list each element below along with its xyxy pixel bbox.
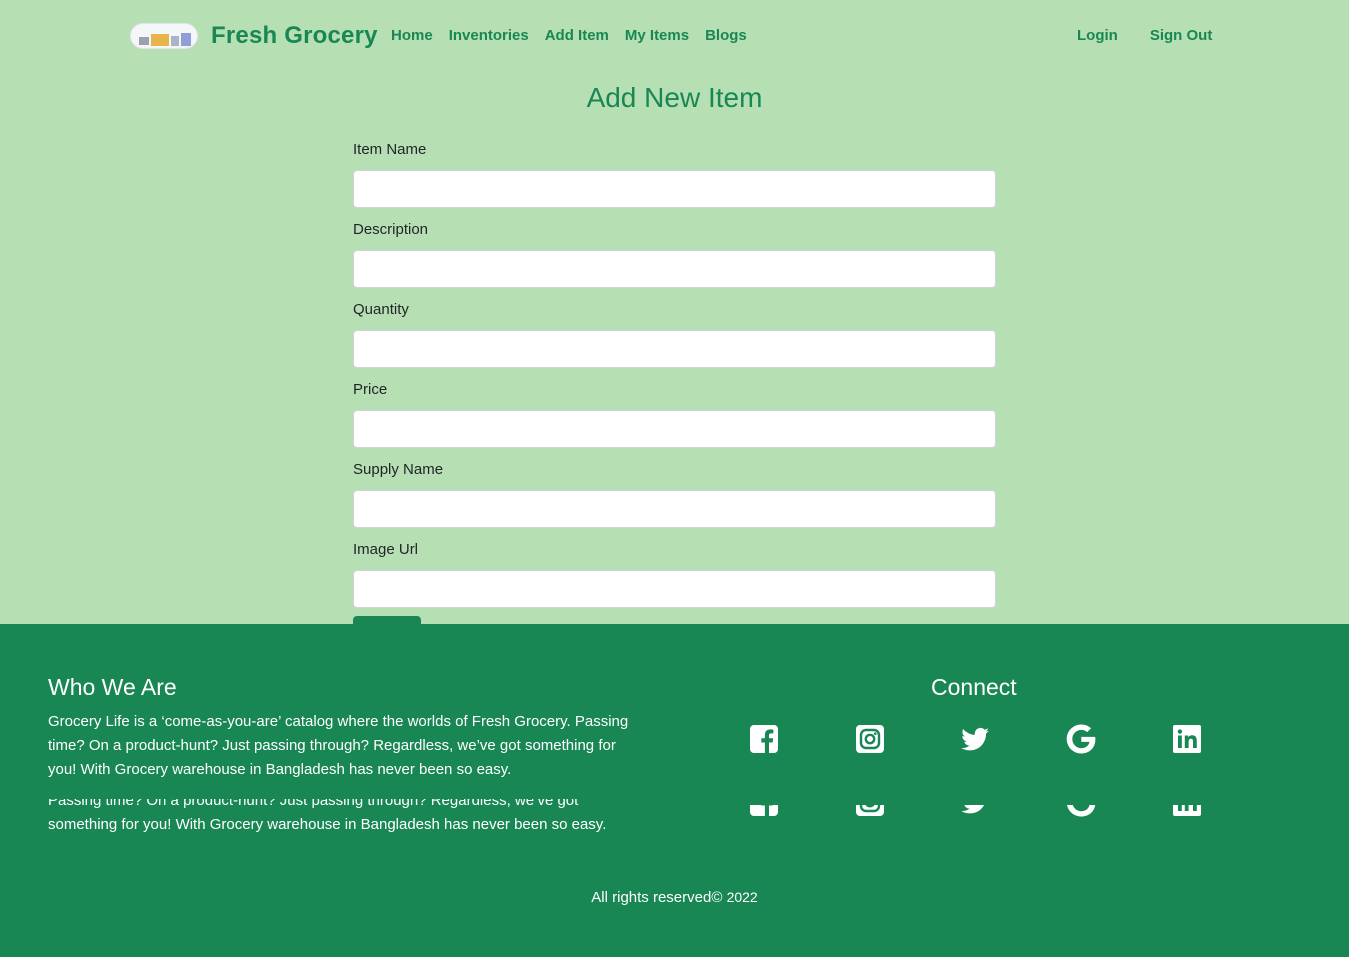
instagram-icon[interactable] <box>855 805 885 817</box>
main-content: Fresh Grocery Home Inventories Add Item … <box>0 0 1349 658</box>
grocery-store-logo <box>130 23 198 49</box>
google-icon[interactable] <box>1066 805 1096 817</box>
add-item-form: Item Name Description Quantity Price Sup… <box>353 140 996 658</box>
copyright: All rights reserved© 2022 <box>0 889 1349 906</box>
price-label: Price <box>353 381 388 398</box>
instagram-icon[interactable] <box>855 724 885 754</box>
page-title: Add New Item <box>586 82 763 113</box>
nav-link-inventories[interactable]: Inventories <box>449 27 529 44</box>
nav-link-my-items[interactable]: My Items <box>625 27 689 44</box>
twitter-icon[interactable] <box>960 724 990 754</box>
nav-link-home[interactable]: Home <box>391 27 433 44</box>
social-links-repeat <box>749 805 1209 821</box>
supply-name-label: Supply Name <box>353 461 444 478</box>
navbar: Fresh Grocery Home Inventories Add Item … <box>0 0 1349 74</box>
who-we-are-text: Grocery Life is a ‘come-as-you-are’ cata… <box>48 713 629 778</box>
supply-name-input[interactable] <box>353 490 996 528</box>
nav-link-add-item[interactable]: Add Item <box>545 27 609 44</box>
linkedin-icon[interactable] <box>1172 805 1202 817</box>
quantity-input[interactable] <box>353 330 996 368</box>
facebook-icon[interactable] <box>749 724 779 754</box>
who-we-are-title: Who We Are <box>48 674 177 700</box>
nav-link-blogs[interactable]: Blogs <box>705 27 747 44</box>
connect-title: Connect <box>931 674 1017 700</box>
twitter-icon[interactable] <box>960 805 990 817</box>
nav-auth-links: Login Sign Out <box>1077 27 1212 44</box>
price-input[interactable] <box>353 410 996 448</box>
nav-links: Home Inventories Add Item My Items Blogs <box>391 27 747 44</box>
who-we-are-text-repeat: Passing time? On a product-hunt? Just pa… <box>48 799 648 847</box>
item-name-label: Item Name <box>353 141 427 158</box>
item-name-input[interactable] <box>353 170 996 208</box>
image-url-label: Image Url <box>353 541 419 558</box>
copyright-year: 2022 <box>726 889 758 905</box>
description-input[interactable] <box>353 250 996 288</box>
quantity-label: Quantity <box>353 301 409 318</box>
social-links <box>749 724 1209 758</box>
linkedin-icon[interactable] <box>1172 724 1202 754</box>
brand-name: Fresh Grocery <box>211 22 378 49</box>
copyright-text: All rights reserved© <box>591 889 723 906</box>
google-icon[interactable] <box>1066 724 1096 754</box>
login-link[interactable]: Login <box>1077 27 1118 44</box>
brand[interactable]: Fresh Grocery <box>130 22 378 50</box>
image-url-input[interactable] <box>353 570 996 608</box>
sign-out-link[interactable]: Sign Out <box>1150 27 1213 44</box>
social-links-repeat-inner <box>749 805 1209 821</box>
who-we-are-text-repeat-inner: Passing time? On a product-hunt? Just pa… <box>48 799 607 833</box>
description-label: Description <box>353 221 429 238</box>
footer: Who We Are Grocery Life is a ‘come-as-yo… <box>0 624 1349 957</box>
facebook-icon[interactable] <box>749 805 779 817</box>
